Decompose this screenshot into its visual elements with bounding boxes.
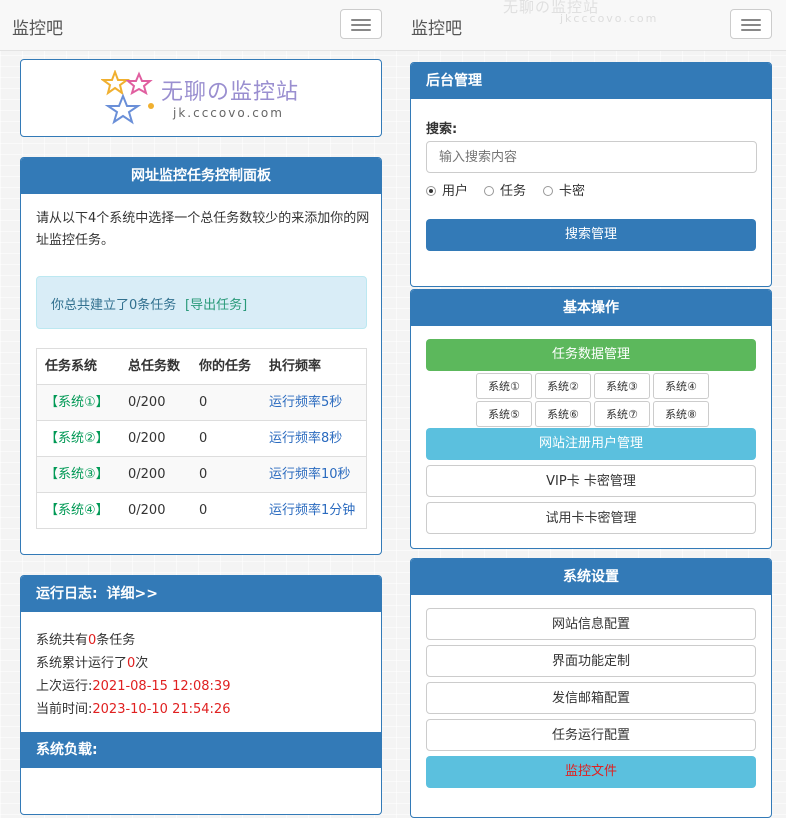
log-value: 2021-08-15 12:08:39	[92, 679, 231, 694]
radio-card[interactable]: 卡密	[543, 180, 585, 199]
notice-text: 你总共建立了0条任务	[51, 298, 177, 313]
log-label: 系统共有	[36, 633, 89, 648]
trial-card-button[interactable]: 试用卡卡密管理	[426, 502, 756, 534]
ui-custom-button[interactable]: 界面功能定制	[426, 645, 756, 677]
mail-config-button[interactable]: 发信邮箱配置	[426, 682, 756, 714]
task-system-table: 任务系统 总任务数 你的任务 执行频率 【系统①】 0/200 0 运行频率5秒…	[36, 348, 367, 529]
system-settings-panel: 系统设置 网站信息配置 界面功能定制 发信邮箱配置 任务运行配置 监控文件	[410, 558, 772, 818]
log-line-task-count: 系统共有0条任务	[36, 629, 135, 648]
task-run-config-button[interactable]: 任务运行配置	[426, 719, 756, 751]
system-link[interactable]: 【系统②】	[45, 421, 109, 456]
log-label: 条任务	[96, 633, 136, 648]
logo-panel: 无聊の监控站 jk.cccovo.com	[20, 59, 382, 137]
table-header: 总任务数	[128, 359, 181, 374]
panel-title: 运行日志:	[36, 586, 98, 602]
radio-label: 用户	[442, 184, 469, 199]
panel-title: 网址监控任务控制面板	[21, 158, 381, 194]
navbar-brand[interactable]: 监控吧	[12, 14, 63, 39]
basic-operations-panel: 基本操作 任务数据管理 系统① 系统② 系统③ 系统④ 系统⑤ 系统⑥ 系统⑦ …	[410, 289, 772, 549]
radio-checked-icon	[426, 186, 436, 196]
total-tasks: 0/200	[128, 431, 166, 446]
user-manage-button[interactable]: 网站注册用户管理	[426, 428, 756, 460]
radio-icon	[543, 186, 553, 196]
radio-task[interactable]: 任务	[484, 180, 526, 199]
frequency-link[interactable]: 运行频率1分钟	[269, 493, 355, 528]
search-label: 搜索:	[426, 122, 458, 137]
system-8-button[interactable]: 系统⑧	[653, 401, 709, 427]
log-label: 当前时间:	[36, 702, 93, 717]
log-label: 次	[135, 656, 149, 671]
log-detail-link[interactable]: 详细>>	[106, 586, 157, 602]
logo-title: 无聊の监控站	[161, 80, 300, 105]
load-heading: 系统负载:	[21, 732, 381, 768]
my-tasks: 0	[199, 431, 208, 446]
log-line-last-run: 上次运行:2021-08-15 12:08:39	[36, 675, 230, 694]
table-row: 【系统②】 0/200 0 运行频率8秒	[37, 420, 366, 456]
log-line-run-count: 系统累计运行了0次	[36, 652, 148, 671]
control-panel: 网址监控任务控制面板 请从以下4个系统中选择一个总任务数较少的来添加你的网址监控…	[20, 157, 382, 555]
total-tasks: 0/200	[128, 467, 166, 482]
search-input[interactable]	[426, 141, 757, 173]
system-link[interactable]: 【系统①】	[45, 385, 109, 420]
system-4-button[interactable]: 系统④	[653, 373, 709, 399]
notice-box: 你总共建立了0条任务 [导出任务]	[36, 276, 367, 329]
frequency-link[interactable]: 运行频率10秒	[269, 457, 351, 492]
search-manage-button[interactable]: 搜索管理	[426, 219, 756, 251]
table-header: 执行频率	[269, 359, 322, 374]
my-tasks: 0	[199, 467, 208, 482]
my-tasks: 0	[199, 395, 208, 410]
panel-title: 后台管理	[411, 63, 771, 99]
export-tasks-link[interactable]: [导出任务]	[185, 294, 247, 313]
system-link[interactable]: 【系统④】	[45, 493, 109, 528]
table-row: 【系统④】 0/200 0 运行频率1分钟	[37, 492, 366, 528]
log-label: 系统累计运行了	[36, 656, 128, 671]
table-header-row: 任务系统 总任务数 你的任务 执行频率	[37, 349, 366, 384]
system-link[interactable]: 【系统③】	[45, 457, 109, 492]
panel-title: 基本操作	[411, 290, 771, 326]
task-data-button[interactable]: 任务数据管理	[426, 339, 756, 371]
admin-panel: 后台管理 搜索: 用户 任务 卡密 搜索管理	[410, 62, 772, 287]
total-tasks: 0/200	[128, 395, 166, 410]
radio-label: 卡密	[559, 184, 586, 199]
radio-user[interactable]: 用户	[426, 180, 468, 199]
left-navbar: 监控吧	[0, 0, 393, 51]
log-panel: 运行日志: 详细>> 系统共有0条任务 系统累计运行了0次 上次运行:2021-…	[20, 575, 382, 815]
table-row: 【系统①】 0/200 0 运行频率5秒	[37, 384, 366, 420]
log-line-current-time: 当前时间:2023-10-10 21:54:26	[36, 698, 230, 717]
table-header: 你的任务	[199, 359, 252, 374]
table-row: 【系统③】 0/200 0 运行频率10秒	[37, 456, 366, 492]
panel-title: 系统设置	[411, 559, 771, 595]
frequency-link[interactable]: 运行频率5秒	[269, 385, 342, 420]
menu-toggle-button[interactable]	[730, 9, 772, 39]
star-logo-icon	[101, 70, 154, 125]
total-tasks: 0/200	[128, 503, 166, 518]
system-2-button[interactable]: 系统②	[535, 373, 591, 399]
system-7-button[interactable]: 系统⑦	[594, 401, 650, 427]
logo-domain: jk.cccovo.com	[173, 106, 284, 120]
site-info-button[interactable]: 网站信息配置	[426, 608, 756, 640]
intro-text: 请从以下4个系统中选择一个总任务数较少的来添加你的网址监控任务。	[36, 211, 370, 248]
monitor-file-button[interactable]: 监控文件	[426, 756, 756, 788]
menu-toggle-button[interactable]	[340, 9, 382, 39]
system-1-button[interactable]: 系统①	[476, 373, 532, 399]
panel-title: 系统负载:	[36, 742, 98, 758]
my-tasks: 0	[199, 503, 208, 518]
log-heading: 运行日志: 详细>>	[21, 576, 381, 612]
log-label: 上次运行:	[36, 679, 93, 694]
radio-label: 任务	[500, 184, 527, 199]
vip-card-button[interactable]: VIP卡 卡密管理	[426, 465, 756, 497]
frequency-link[interactable]: 运行频率8秒	[269, 421, 342, 456]
watermark-domain: jkcccovo.com	[560, 12, 659, 25]
log-value: 2023-10-10 21:54:26	[92, 702, 231, 717]
system-6-button[interactable]: 系统⑥	[535, 401, 591, 427]
table-header: 任务系统	[45, 359, 98, 374]
radio-icon	[484, 186, 494, 196]
navbar-brand[interactable]: 监控吧	[411, 14, 462, 39]
system-5-button[interactable]: 系统⑤	[476, 401, 532, 427]
system-3-button[interactable]: 系统③	[594, 373, 650, 399]
monitor-file-label: 监控文件	[564, 764, 617, 779]
